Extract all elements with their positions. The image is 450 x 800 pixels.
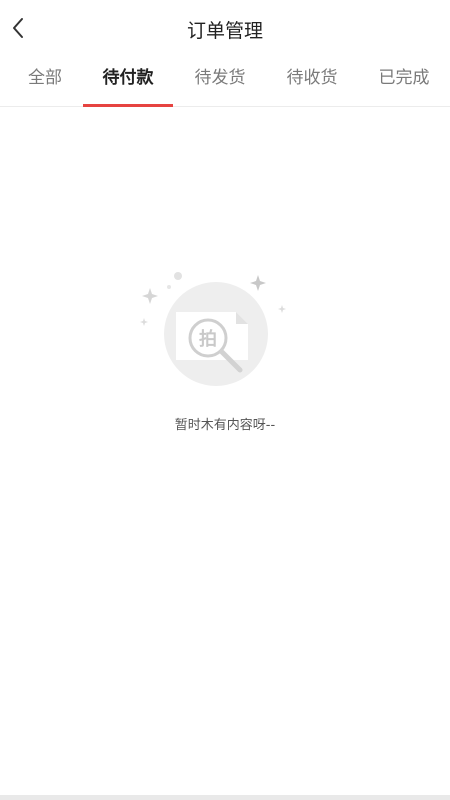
- tab-pending-shipment[interactable]: 待发货: [175, 56, 265, 106]
- tab-label: 全部: [28, 68, 62, 88]
- nav-bar: 订单管理: [0, 0, 450, 56]
- tab-label: 待发货: [194, 68, 246, 88]
- empty-box-search-icon: 拍: [140, 272, 286, 386]
- tab-completed[interactable]: 已完成: [359, 56, 449, 106]
- order-management-page: 订单管理 全部 待付款 待发货 待收货 已完成 拍 暂时木有内容呀--: [0, 0, 450, 800]
- tab-label: 已完成: [378, 68, 430, 88]
- bottom-bar: [0, 795, 450, 800]
- tab-label: 待收货: [286, 68, 338, 88]
- tab-label: 待付款: [102, 68, 154, 88]
- empty-message: 暂时木有内容呀--: [174, 418, 276, 433]
- empty-illustration-glyph: 拍: [199, 328, 217, 350]
- tab-pending-receipt[interactable]: 待收货: [267, 56, 357, 106]
- tab-all[interactable]: 全部: [0, 56, 90, 106]
- active-tab-indicator: [83, 104, 173, 107]
- order-status-tabs: 全部 待付款 待发货 待收货 已完成: [0, 56, 450, 107]
- empty-state: 拍 暂时木有内容呀--: [0, 260, 450, 433]
- page-title: 订单管理: [186, 20, 263, 42]
- tab-pending-payment[interactable]: 待付款: [83, 56, 173, 107]
